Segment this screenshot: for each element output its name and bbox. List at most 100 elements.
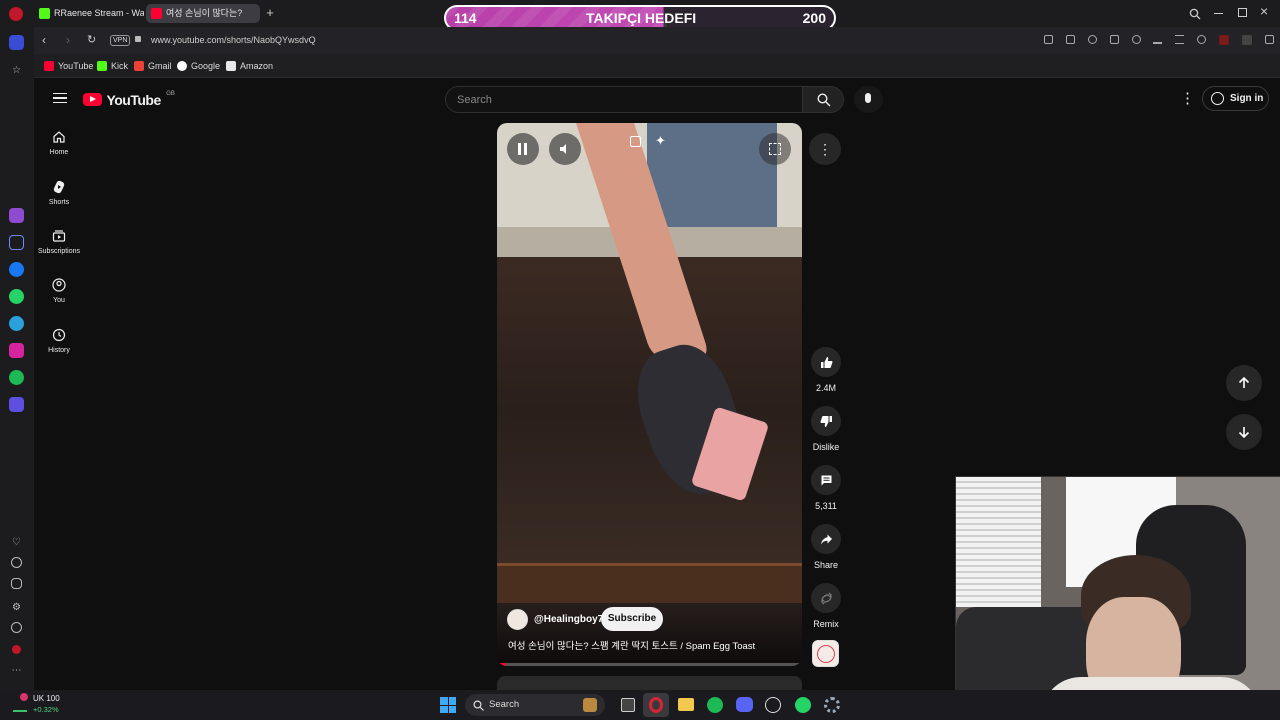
stock-chart-icon <box>13 700 27 712</box>
profile-icon[interactable] <box>1197 35 1207 44</box>
voice-search-button[interactable] <box>854 86 883 113</box>
miniplayer-icon[interactable] <box>630 136 641 147</box>
guide-home[interactable]: Home <box>37 130 81 156</box>
forward-icon[interactable]: › <box>66 33 70 47</box>
subscribe-button[interactable]: Subscribe <box>601 607 663 631</box>
bookmark-youtube[interactable]: YouTube <box>44 59 93 73</box>
tab-youtube-short[interactable]: 여성 손님이 많다는? <box>146 4 260 23</box>
cube-icon[interactable] <box>11 578 22 589</box>
history-icon[interactable] <box>11 557 22 568</box>
spotify-icon[interactable] <box>9 370 24 385</box>
next-short-preview[interactable] <box>497 676 802 690</box>
bookmark-google[interactable]: Google <box>177 59 220 73</box>
shopping-icon[interactable] <box>9 235 24 250</box>
download-icon[interactable] <box>1153 35 1163 44</box>
url-field[interactable]: www.youtube.com/shorts/NaobQYwsdvQ <box>151 35 316 45</box>
sign-in-button[interactable]: Sign in <box>1202 86 1269 111</box>
channel-name[interactable]: @Healingboy7 <box>534 614 603 625</box>
maximize-button[interactable] <box>1238 8 1247 17</box>
star-icon[interactable]: ☆ <box>9 63 24 78</box>
hamburger-menu-icon[interactable] <box>53 93 67 103</box>
guide-shorts[interactable]: Shorts <box>37 180 81 206</box>
thumbs-down-icon <box>820 415 832 427</box>
extensions-icon[interactable] <box>1264 35 1274 44</box>
more-icon[interactable]: ⋯ <box>9 663 24 678</box>
minimize-button[interactable] <box>1214 13 1223 14</box>
steam-icon[interactable] <box>765 697 781 713</box>
extension-red-icon[interactable] <box>1219 35 1230 45</box>
discord-icon[interactable] <box>736 697 753 712</box>
file-explorer-icon[interactable] <box>678 698 694 711</box>
spotify-icon[interactable] <box>707 697 723 713</box>
like-button[interactable]: 2.4M <box>809 347 843 393</box>
dislike-button[interactable]: Dislike <box>809 406 843 452</box>
account-icon <box>1211 92 1224 105</box>
whatsapp-icon[interactable] <box>9 289 24 304</box>
arrow-down-icon <box>1238 427 1250 439</box>
previous-short-button[interactable] <box>1226 365 1262 401</box>
bookmark-kick[interactable]: Kick <box>97 59 128 73</box>
menu-icon[interactable] <box>1175 35 1185 44</box>
browser-logo-icon[interactable] <box>9 7 23 21</box>
guide-you[interactable]: You <box>37 278 81 304</box>
tab-kick-stream[interactable]: RRaenee Stream - Watch Live on Kick <box>34 4 144 23</box>
next-short-button[interactable] <box>1226 414 1262 450</box>
back-icon[interactable]: ‹ <box>42 33 46 47</box>
task-view-icon[interactable] <box>621 698 635 712</box>
guide-history[interactable]: History <box>37 328 81 354</box>
settings-icon[interactable]: ⚙ <box>9 600 24 615</box>
stock-name[interactable]: UK 100 <box>33 694 60 703</box>
guide-subscriptions[interactable]: Subscriptions <box>37 229 81 255</box>
bulb-icon[interactable] <box>11 622 22 633</box>
subscriptions-icon <box>52 230 66 242</box>
fullscreen-button[interactable] <box>759 133 791 165</box>
aria-icon[interactable] <box>9 208 24 223</box>
player-icon[interactable] <box>9 397 24 412</box>
extension-dark-icon[interactable] <box>1242 35 1253 45</box>
home-icon[interactable] <box>9 35 24 50</box>
messenger-icon[interactable] <box>9 262 24 277</box>
whatsapp-icon[interactable] <box>795 697 811 713</box>
search-tabs-icon[interactable] <box>1189 7 1201 25</box>
bookmark-amazon[interactable]: Amazon <box>226 59 273 73</box>
vpn-badge[interactable]: VPN <box>110 35 131 46</box>
taskbar-search-box[interactable]: Search <box>465 694 605 716</box>
telegram-icon[interactable] <box>9 316 24 331</box>
sparkle-icon[interactable]: ✦ <box>655 133 666 149</box>
instagram-icon[interactable] <box>9 343 24 358</box>
heart-icon[interactable]: ♡ <box>9 535 24 550</box>
remix-button[interactable]: Remix <box>809 583 843 629</box>
youtube-logo-icon <box>83 93 102 107</box>
shorts-icon <box>53 180 65 194</box>
sound-thumbnail[interactable] <box>812 640 839 667</box>
shorts-video-player[interactable]: ✦ @Healingboy7 Subscribe 여성 손님이 많다는? 스팸 … <box>497 123 802 666</box>
search-input[interactable]: Search <box>445 86 803 113</box>
search-button[interactable] <box>802 86 844 113</box>
opera-icon <box>649 697 663 713</box>
youtube-logo[interactable]: YouTube GB <box>83 91 175 108</box>
video-progress-bar[interactable] <box>497 663 802 666</box>
mute-button[interactable] <box>549 133 581 165</box>
channel-avatar[interactable] <box>507 609 528 630</box>
video-more-button[interactable]: ⋮ <box>809 133 841 165</box>
opera-taskbar-icon[interactable] <box>643 693 669 717</box>
shield-icon[interactable] <box>1087 35 1097 44</box>
camera-icon[interactable] <box>1065 35 1075 44</box>
settings-icon[interactable] <box>824 697 840 713</box>
notification-icon[interactable] <box>12 645 21 654</box>
bookmark-gmail[interactable]: Gmail <box>134 59 172 73</box>
new-tab-button[interactable]: + <box>263 6 277 20</box>
comment-count: 5,311 <box>815 501 837 511</box>
share-button[interactable]: Share <box>809 524 843 570</box>
play-icon[interactable] <box>1109 35 1119 44</box>
pause-button[interactable] <box>507 133 539 165</box>
short-title[interactable]: 여성 손님이 많다는? 스팸 계란 딱지 토스트 / Spam Egg Toas… <box>508 638 798 652</box>
heart-icon[interactable] <box>1131 35 1141 44</box>
start-button[interactable] <box>440 697 456 713</box>
close-button[interactable]: × <box>1260 3 1268 19</box>
settings-kebab-icon[interactable]: ⋮ <box>1180 89 1195 107</box>
remix-icon <box>820 592 832 604</box>
comments-button[interactable]: 5,311 <box>809 465 843 511</box>
reload-icon[interactable]: ↻ <box>87 33 96 46</box>
edit-icon[interactable] <box>1044 35 1053 44</box>
